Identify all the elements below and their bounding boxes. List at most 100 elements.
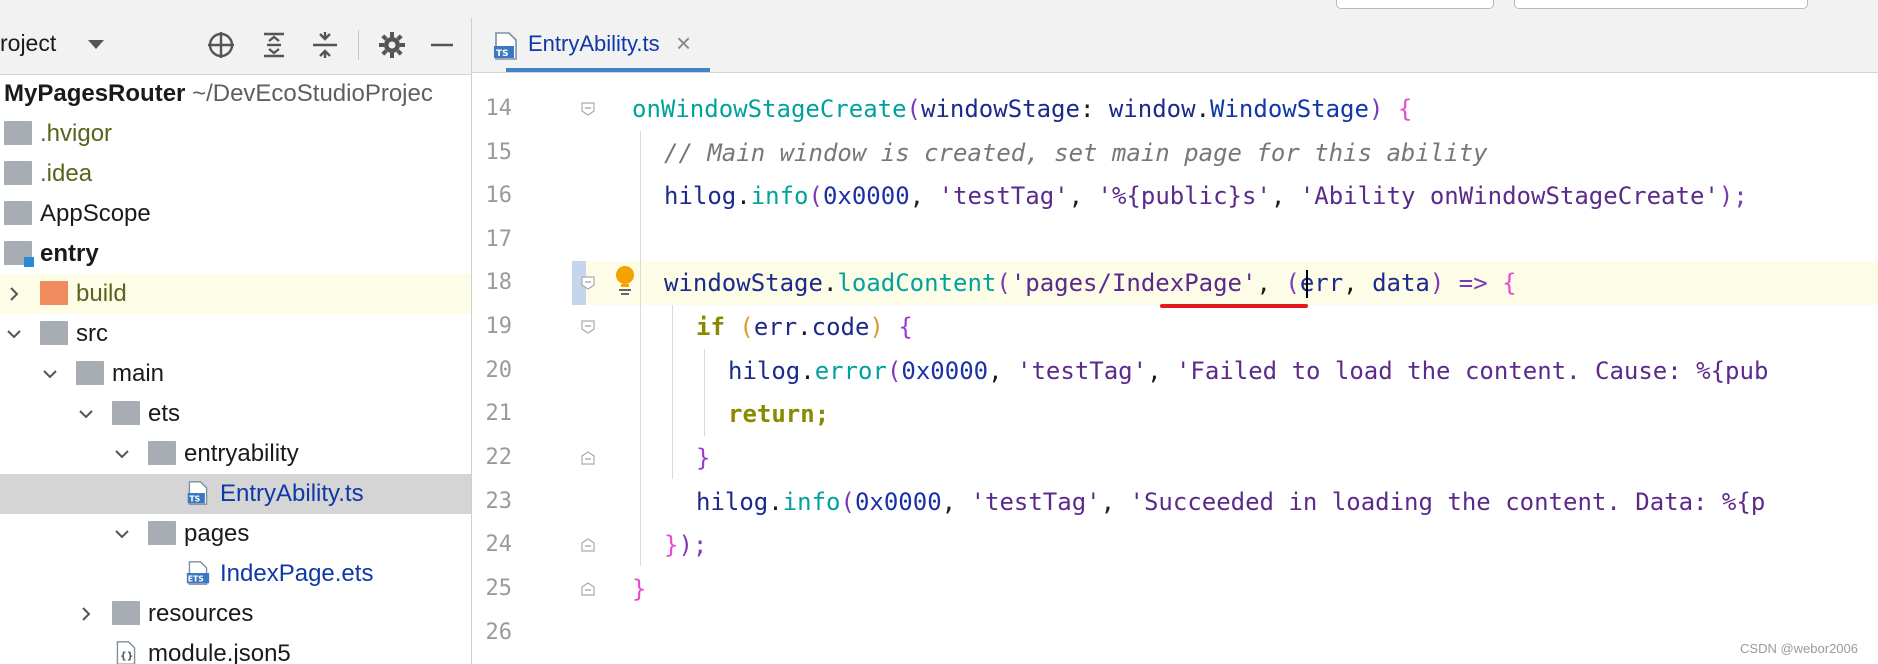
tree-item-entryability[interactable]: entryability xyxy=(0,434,471,474)
gear-icon[interactable] xyxy=(373,26,411,64)
line-number: 15 xyxy=(485,140,513,165)
folder-icon xyxy=(40,321,68,345)
tree-item-label: resources xyxy=(148,600,254,627)
code-token: info xyxy=(750,182,809,210)
code-token: code xyxy=(811,313,870,341)
line-number: 14 xyxy=(485,96,513,121)
tree-item-label: AppScope xyxy=(40,200,151,227)
code-token: ( xyxy=(840,488,855,516)
module-folder-icon xyxy=(4,241,34,267)
tree-item-label: EntryAbility.ts xyxy=(220,480,364,507)
project-panel: roject MyPagesRouter ~/DevEcoStudioProje… xyxy=(0,18,472,664)
chevron-down-icon[interactable] xyxy=(114,446,130,462)
code-token: if xyxy=(696,313,740,341)
tree-item-label: MyPagesRouter ~/DevEcoStudioProjec xyxy=(4,80,433,108)
tree-item-idea[interactable]: .idea xyxy=(0,154,471,194)
svg-text:TS: TS xyxy=(496,49,509,59)
code-token: 'testTag' xyxy=(970,488,1101,516)
fold-end-icon[interactable] xyxy=(581,451,595,465)
svg-text:TS: TS xyxy=(189,495,200,504)
code-token: 'testTag' xyxy=(938,182,1069,210)
top-toolbar-strip xyxy=(0,0,1878,19)
tree-item-label: module.json5 xyxy=(148,640,291,664)
folder-icon xyxy=(148,441,176,465)
tree-item-label: main xyxy=(112,360,165,387)
code-token: data xyxy=(1372,269,1430,297)
tree-item-main[interactable]: main xyxy=(0,354,471,394)
line-number: 22 xyxy=(485,445,513,470)
chevron-down-icon[interactable] xyxy=(114,526,130,542)
tree-item-module-json5[interactable]: {} module.json5 xyxy=(0,634,471,664)
chevron-right-icon[interactable] xyxy=(6,286,22,302)
fold-end-icon[interactable] xyxy=(581,582,595,596)
toolbar-separator xyxy=(358,30,359,60)
code-token: ( xyxy=(886,357,902,385)
line-number: 25 xyxy=(485,576,513,601)
device-chip[interactable] xyxy=(1514,0,1808,9)
project-path: ~/DevEcoStudioProjec xyxy=(192,80,433,107)
code-token: onWindowStageCreate xyxy=(632,95,907,123)
folder-icon xyxy=(4,201,32,225)
tab-entryability-ts[interactable]: TS EntryAbility.ts × xyxy=(472,18,710,72)
chevron-down-icon[interactable] xyxy=(6,326,22,342)
chevron-right-icon[interactable] xyxy=(78,606,94,622)
chevron-down-icon[interactable] xyxy=(78,406,94,422)
code-token: , xyxy=(1068,182,1098,210)
tree-item-label: entry xyxy=(40,240,99,267)
tree-item-resources[interactable]: resources xyxy=(0,594,471,634)
minimize-icon[interactable] xyxy=(423,26,461,64)
line-number: 20 xyxy=(485,358,513,383)
code-token: , xyxy=(1147,357,1176,385)
code-token: ( xyxy=(1285,269,1300,297)
code-token: windowStage xyxy=(664,269,823,297)
json-file-icon: {} xyxy=(116,641,136,664)
code-token: , xyxy=(1256,269,1286,297)
ts-file-icon: TS xyxy=(494,32,517,60)
fold-collapse-icon[interactable] xyxy=(581,276,595,290)
expand-all-icon[interactable] xyxy=(255,26,293,64)
chevron-down-icon[interactable] xyxy=(88,40,104,49)
code-token: '%{public}s' xyxy=(1097,182,1271,210)
tree-item-build[interactable]: build xyxy=(0,274,471,314)
fold-collapse-icon[interactable] xyxy=(581,320,595,334)
tree-item-indexpage-ets[interactable]: ETS IndexPage.ets xyxy=(0,554,471,594)
code-token: err xyxy=(753,313,798,341)
tree-item-label: IndexPage.ets xyxy=(220,560,374,587)
tree-item-label: .idea xyxy=(40,160,93,187)
active-tab-indicator xyxy=(506,68,710,72)
code-token: 'pages/IndexPage' xyxy=(1010,269,1257,297)
code-token: ) => xyxy=(1429,269,1503,297)
code-token: ) xyxy=(869,313,899,341)
fold-end-icon[interactable] xyxy=(581,538,595,552)
code-token: ) xyxy=(1368,95,1398,123)
tree-item-entryability-ts[interactable]: TS EntryAbility.ts xyxy=(0,474,471,514)
code-token: , xyxy=(1343,269,1373,297)
tree-item-appscope[interactable]: AppScope xyxy=(0,194,471,234)
tree-item-hvigor[interactable]: .hvigor xyxy=(0,114,471,154)
code-token: , xyxy=(988,357,1018,385)
code-token: info xyxy=(782,488,841,516)
tree-item-mypagesrouter[interactable]: MyPagesRouter ~/DevEcoStudioProjec xyxy=(0,74,471,114)
chevron-down-icon[interactable] xyxy=(42,366,58,382)
code-token: . xyxy=(736,182,751,210)
tree-item-ets[interactable]: ets xyxy=(0,394,471,434)
project-panel-title[interactable]: roject xyxy=(0,30,56,57)
code-token: hilog xyxy=(696,488,769,516)
tree-item-entry[interactable]: entry xyxy=(0,234,471,274)
code-line-16: hilog.info(0x0000, 'testTag', '%{public}… xyxy=(608,174,1878,218)
folder-icon xyxy=(148,521,176,545)
tree-item-pages[interactable]: pages xyxy=(0,514,471,554)
red-underline-annotation xyxy=(1160,304,1308,308)
collapse-all-icon[interactable] xyxy=(306,26,344,64)
code-token: windowStage xyxy=(921,95,1080,123)
close-icon[interactable]: × xyxy=(676,28,691,59)
run-config-chip[interactable] xyxy=(1336,0,1494,9)
tree-item-src[interactable]: src xyxy=(0,314,471,354)
code-token: . xyxy=(822,269,838,297)
crosshair-icon[interactable] xyxy=(202,26,240,64)
code-line-22: } xyxy=(608,436,1878,480)
fold-collapse-icon[interactable] xyxy=(581,102,595,116)
code-token: 0x0000 xyxy=(822,182,910,210)
fold-column xyxy=(572,73,608,664)
code-token: return xyxy=(728,400,815,428)
